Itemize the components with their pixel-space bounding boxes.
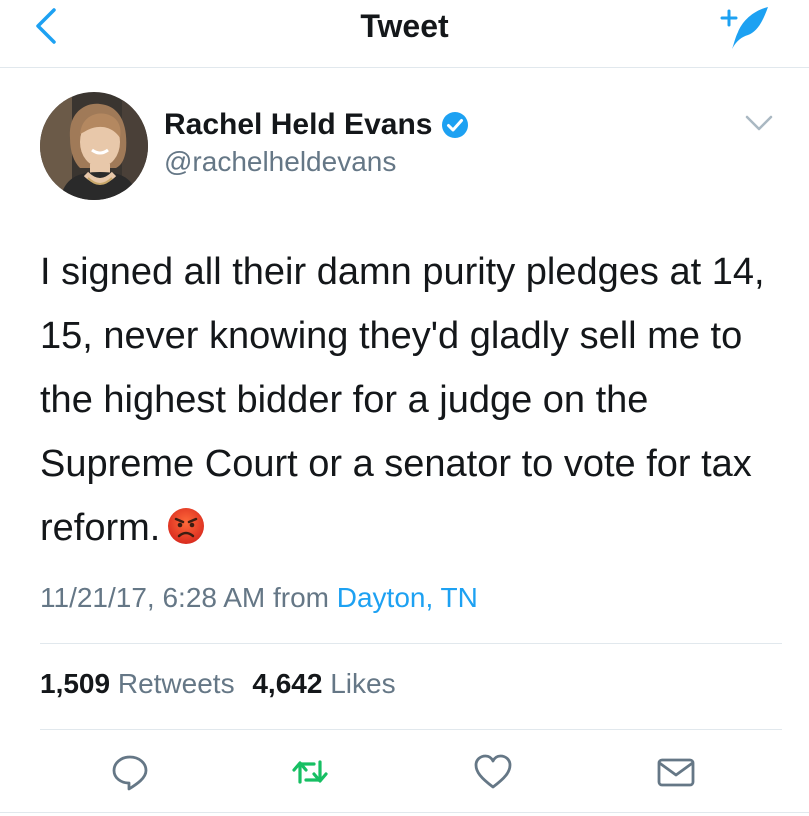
retweets-count: 1,509 [40, 668, 111, 699]
retweet-icon[interactable] [290, 752, 330, 792]
divider [40, 643, 782, 644]
likes-stat[interactable]: 4,642 Likes [252, 668, 395, 699]
compose-tweet-icon[interactable] [718, 4, 774, 50]
timestamp: 11/21/17, 6:28 AM [40, 582, 266, 613]
location-link[interactable]: Dayton, TN [337, 582, 478, 613]
engagement-stats: 1,509 Retweets 4,642 Likes [40, 668, 406, 700]
retweets-label: Retweets [117, 668, 235, 699]
top-nav-bar: Tweet [0, 0, 809, 68]
tweet-text: I signed all their damn purity pledges a… [40, 240, 780, 560]
divider [0, 812, 809, 813]
chevron-down-icon[interactable] [744, 112, 774, 134]
author-handle[interactable]: @rachelheldevans [164, 146, 396, 178]
likes-label: Likes [330, 668, 396, 699]
page-title: Tweet [360, 8, 449, 44]
heart-icon[interactable] [473, 752, 513, 792]
reply-icon[interactable] [110, 752, 150, 792]
avatar[interactable] [40, 92, 148, 200]
angry-face-icon [168, 508, 205, 544]
retweets-stat[interactable]: 1,509 Retweets [40, 668, 235, 699]
tweet-body: I signed all their damn purity pledges a… [40, 251, 765, 549]
verified-badge-icon [442, 112, 469, 138]
author-name[interactable]: Rachel Held Evans [164, 108, 432, 142]
likes-count: 4,642 [252, 668, 323, 699]
divider [40, 729, 782, 730]
direct-message-icon[interactable] [656, 752, 696, 792]
author-name-row: Rachel Held Evans [164, 106, 470, 144]
from-label: from [272, 582, 329, 613]
tweet-meta: 11/21/17, 6:28 AM from Dayton, TN [40, 582, 478, 614]
